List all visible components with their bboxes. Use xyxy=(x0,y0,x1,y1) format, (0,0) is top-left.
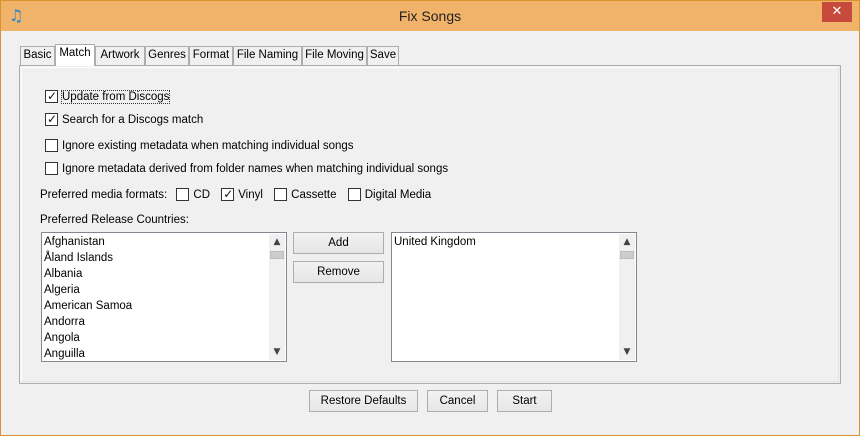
list-item[interactable]: Åland Islands xyxy=(43,250,268,266)
release-countries-label: Preferred Release Countries: xyxy=(40,214,189,226)
tab-match[interactable]: Match xyxy=(55,44,95,66)
tab-basic[interactable]: Basic xyxy=(20,46,55,65)
selected-countries-scrollbar[interactable]: ▲ ▼ xyxy=(619,234,635,360)
match-tab-panel: Update from Discogs Search for a Discogs… xyxy=(19,65,841,384)
media-formats-row: Preferred media formats: CD Vinyl Casset… xyxy=(40,186,439,203)
update-from-discogs-checkbox[interactable] xyxy=(45,88,58,104)
tab-artwork[interactable]: Artwork xyxy=(95,46,145,65)
format-vinyl-option[interactable]: Vinyl xyxy=(221,186,263,203)
search-discogs-match-option[interactable]: Search for a Discogs match xyxy=(45,111,204,128)
title-bar[interactable]: ♫ Fix Songs ✕ xyxy=(1,1,859,31)
list-item[interactable]: Andorra xyxy=(43,314,268,330)
add-country-button[interactable]: Add xyxy=(293,232,384,254)
update-from-discogs-label: Update from Discogs xyxy=(60,90,171,104)
format-cd-label: CD xyxy=(193,189,211,201)
dialog-client: Basic Match Artwork Genres Format File N… xyxy=(8,31,852,429)
selected-countries-items: United Kingdom xyxy=(393,234,618,360)
selected-countries-list[interactable]: United Kingdom ▲ ▼ xyxy=(391,232,637,362)
available-countries-items: Afghanistan Åland Islands Albania Algeri… xyxy=(43,234,268,360)
scroll-thumb[interactable] xyxy=(620,251,634,259)
format-cd-checkbox[interactable] xyxy=(176,188,190,201)
search-discogs-match-checkbox[interactable] xyxy=(45,111,58,127)
scroll-down-arrow-icon[interactable]: ▼ xyxy=(619,344,635,360)
window-title: Fix Songs xyxy=(398,8,462,24)
tab-save[interactable]: Save xyxy=(367,46,399,65)
format-cassette-option[interactable]: Cassette xyxy=(274,187,337,203)
scroll-up-arrow-icon[interactable]: ▲ xyxy=(269,234,285,250)
list-item[interactable]: Anguilla xyxy=(43,346,268,360)
media-formats-label: Preferred media formats: xyxy=(40,189,168,201)
ignore-folder-metadata-option[interactable]: Ignore metadata derived from folder name… xyxy=(45,161,448,177)
format-cd-option[interactable]: CD xyxy=(176,187,210,203)
available-countries-scrollbar[interactable]: ▲ ▼ xyxy=(269,234,285,360)
tab-file-naming[interactable]: File Naming xyxy=(233,46,302,65)
tab-format[interactable]: Format xyxy=(189,46,233,65)
format-vinyl-label: Vinyl xyxy=(238,189,263,201)
ignore-existing-metadata-label: Ignore existing metadata when matching i… xyxy=(62,140,354,152)
ignore-folder-metadata-label: Ignore metadata derived from folder name… xyxy=(62,163,449,175)
format-vinyl-checkbox[interactable] xyxy=(221,186,235,202)
close-button[interactable]: ✕ xyxy=(822,2,852,22)
scroll-thumb[interactable] xyxy=(270,251,284,259)
start-button[interactable]: Start xyxy=(497,390,552,412)
update-from-discogs-option[interactable]: Update from Discogs xyxy=(45,88,171,105)
scroll-down-arrow-icon[interactable]: ▼ xyxy=(269,344,285,360)
format-digital-media-option[interactable]: Digital Media xyxy=(347,187,432,203)
format-digital-media-checkbox[interactable] xyxy=(347,188,361,201)
fix-songs-window: ♫ Fix Songs ✕ Basic Match Artwork Genres… xyxy=(0,0,860,436)
list-item[interactable]: Algeria xyxy=(43,282,268,298)
list-item[interactable]: United Kingdom xyxy=(393,234,618,250)
ignore-existing-metadata-option[interactable]: Ignore existing metadata when matching i… xyxy=(45,138,354,154)
tab-genres[interactable]: Genres xyxy=(145,46,189,65)
list-item[interactable]: Afghanistan xyxy=(43,234,268,250)
cancel-button[interactable]: Cancel xyxy=(427,390,488,412)
scroll-up-arrow-icon[interactable]: ▲ xyxy=(619,234,635,250)
format-digital-media-label: Digital Media xyxy=(364,189,432,201)
list-item[interactable]: Albania xyxy=(43,266,268,282)
ignore-folder-metadata-checkbox[interactable] xyxy=(45,162,58,175)
restore-defaults-button[interactable]: Restore Defaults xyxy=(309,390,418,412)
search-discogs-match-label: Search for a Discogs match xyxy=(62,114,204,126)
format-cassette-label: Cassette xyxy=(291,189,337,201)
remove-country-button[interactable]: Remove xyxy=(293,261,384,283)
ignore-existing-metadata-checkbox[interactable] xyxy=(45,139,58,152)
list-item[interactable]: Angola xyxy=(43,330,268,346)
tab-file-moving[interactable]: File Moving xyxy=(302,46,367,65)
format-cassette-checkbox[interactable] xyxy=(274,188,288,201)
list-item[interactable]: American Samoa xyxy=(43,298,268,314)
available-countries-list[interactable]: Afghanistan Åland Islands Albania Algeri… xyxy=(41,232,287,362)
